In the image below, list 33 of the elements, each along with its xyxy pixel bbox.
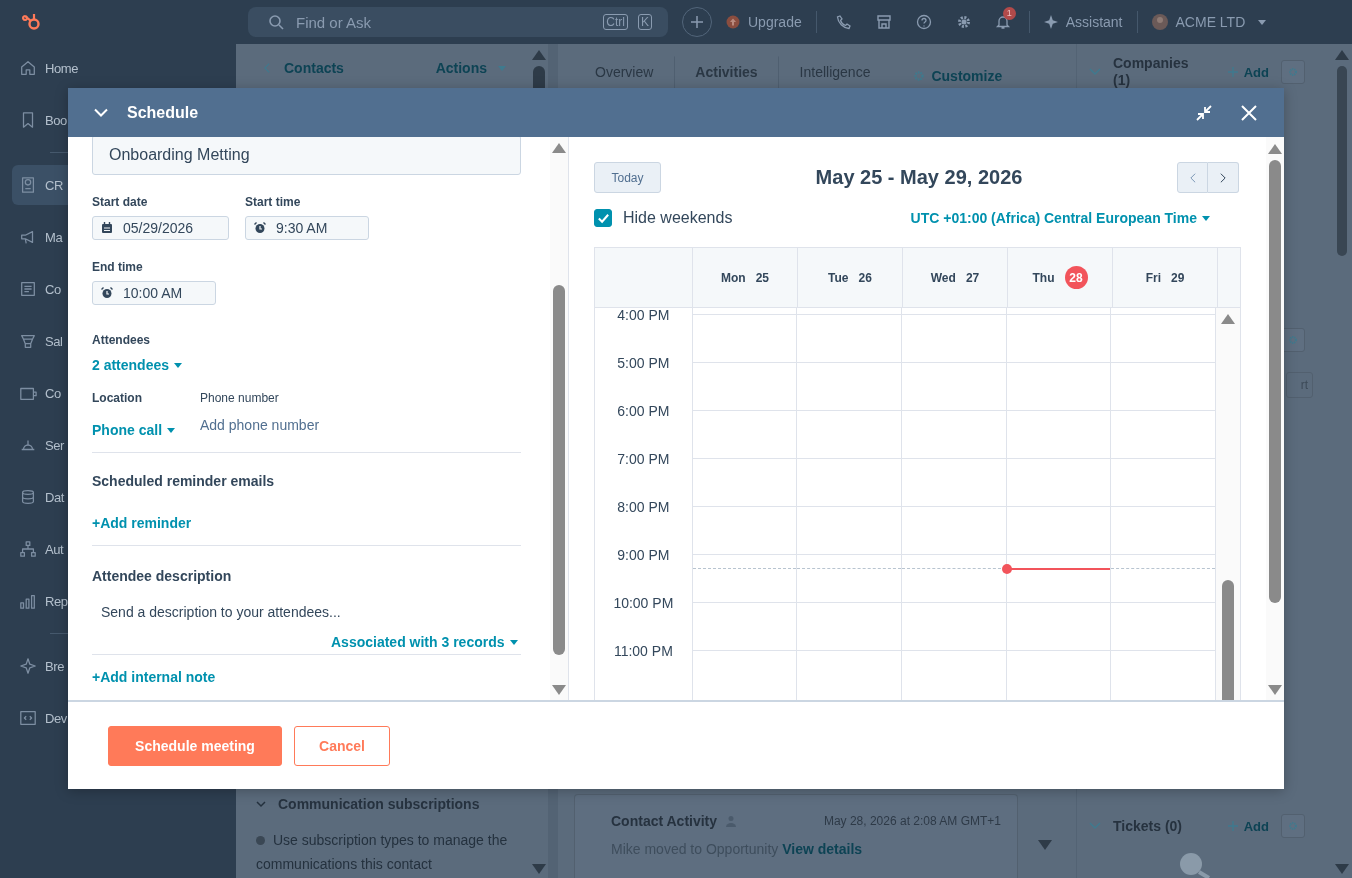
notification-badge: 1 bbox=[1002, 7, 1016, 20]
section-heading: Scheduled reminder emails bbox=[92, 473, 275, 489]
day-header: Thu 28 bbox=[1008, 248, 1113, 307]
section-heading: Communication subscriptions bbox=[278, 796, 480, 812]
day-header: Mon 25 bbox=[693, 248, 798, 307]
hour-label: 7:00 PM bbox=[616, 451, 671, 469]
day-header: Wed 27 bbox=[903, 248, 1008, 307]
hour-label: 5:00 PM bbox=[616, 355, 671, 373]
activity-title: Contact Activity bbox=[611, 813, 718, 829]
field-label: Location bbox=[92, 391, 142, 405]
field-label: Start date bbox=[92, 195, 148, 209]
date-range: May 25 - May 29, 2026 bbox=[814, 166, 1024, 189]
day-header: Tue 26 bbox=[798, 248, 903, 307]
field-label: Phone number bbox=[200, 391, 279, 405]
shortcut-key: K bbox=[638, 14, 652, 30]
dialog-title: Schedule bbox=[127, 103, 199, 122]
section-heading: Attendee description bbox=[92, 568, 232, 584]
hour-label: 10:00 PM bbox=[612, 595, 675, 613]
hour-label: 6:00 PM bbox=[616, 403, 671, 421]
field-label: Start time bbox=[245, 195, 301, 209]
hour-label: 8:00 PM bbox=[616, 499, 671, 517]
card-title: Tickets (0) bbox=[1113, 818, 1182, 834]
day-header: Fri 29 bbox=[1113, 248, 1218, 307]
subscription-text: Use subscription types to manage the communications this contact bbox=[256, 831, 509, 874]
checkbox-label: Hide weekends bbox=[623, 209, 733, 227]
card-title: Companies (1) bbox=[1113, 55, 1190, 89]
hour-label: 4:00 PM bbox=[616, 308, 671, 325]
field-label: End time bbox=[92, 260, 143, 274]
hour-label: 9:00 PM bbox=[616, 547, 671, 565]
field-label: Attendees bbox=[92, 333, 150, 347]
activity-time: May 28, 2026 at 2:08 AM GMT+1 bbox=[823, 814, 1001, 828]
shortcut-key: Ctrl bbox=[603, 14, 628, 30]
hour-label: 11:00 PM bbox=[612, 643, 674, 661]
